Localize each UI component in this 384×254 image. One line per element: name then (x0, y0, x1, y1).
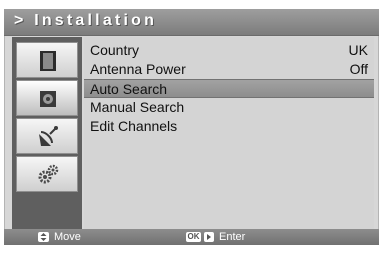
manual-search-row[interactable]: Manual Search (84, 98, 374, 117)
antenna-power-row[interactable]: Antenna Power Off (84, 60, 374, 79)
key-hint-bar: Move OK Enter (4, 229, 379, 245)
title-bar: > Installation (4, 9, 379, 36)
sidebar-item-picture[interactable] (16, 42, 78, 78)
up-down-arrows-icon (38, 232, 49, 242)
page-title: > Installation (14, 12, 158, 29)
sidebar-item-sound[interactable] (16, 80, 78, 116)
settings-list: Country UK Antenna Power Off Auto Search… (84, 37, 374, 229)
country-label: Country (90, 42, 140, 58)
edit-channels-row[interactable]: Edit Channels (84, 117, 374, 136)
antenna-power-label: Antenna Power (90, 61, 186, 77)
right-arrow-icon (204, 232, 214, 242)
edit-channels-label: Edit Channels (90, 118, 178, 134)
ok-key-icon: OK (186, 232, 201, 242)
auto-search-row[interactable]: Auto Search (84, 79, 374, 98)
move-hint: Move (54, 231, 81, 243)
auto-search-label: Auto Search (90, 81, 168, 97)
country-value: UK (348, 42, 368, 58)
sidebar-item-settings[interactable] (16, 156, 78, 192)
category-sidebar (12, 37, 82, 229)
sidebar-item-installation[interactable] (16, 118, 78, 154)
enter-hint: Enter (219, 231, 246, 243)
country-row[interactable]: Country UK (84, 41, 374, 60)
antenna-power-value: Off (349, 61, 368, 77)
manual-search-label: Manual Search (90, 99, 185, 115)
